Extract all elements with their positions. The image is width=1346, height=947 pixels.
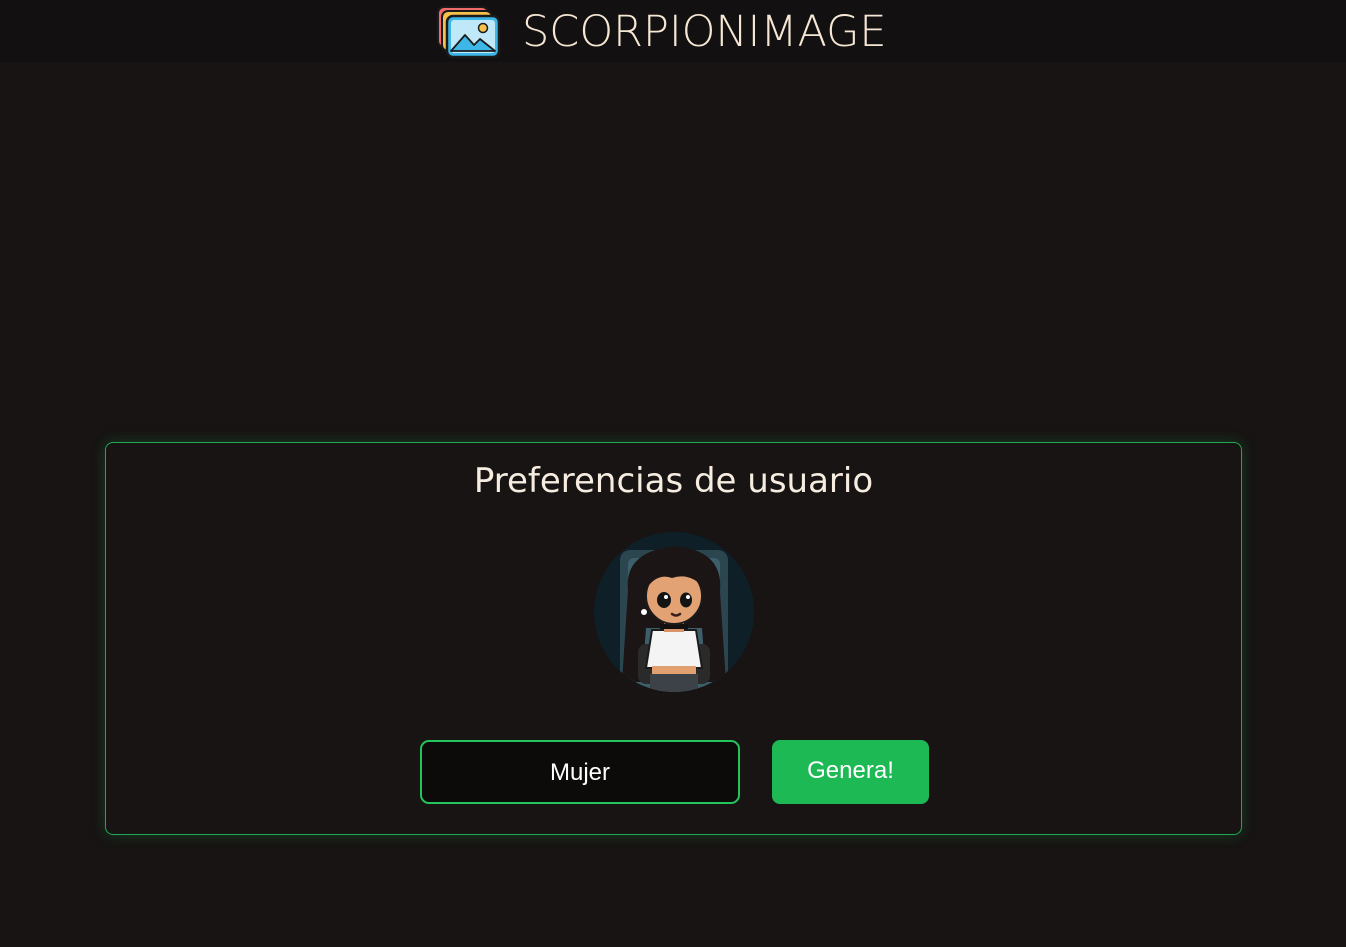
- stacked-images-icon: [437, 6, 501, 59]
- panel-title: Preferencias de usuario: [473, 461, 874, 501]
- brand[interactable]: SCORPIONIMAGE: [436, 4, 887, 60]
- avatar-illustration: [594, 532, 754, 692]
- brand-name: SCORPIONIMAGE: [522, 7, 887, 57]
- user-avatar: [594, 532, 754, 692]
- top-navbar: SCORPIONIMAGE: [0, 0, 1346, 62]
- gender-select[interactable]: Mujer: [420, 740, 740, 804]
- generate-button[interactable]: Genera!: [772, 740, 929, 804]
- user-preferences-panel: Preferencias de usuario Mujer Genera!: [105, 442, 1242, 835]
